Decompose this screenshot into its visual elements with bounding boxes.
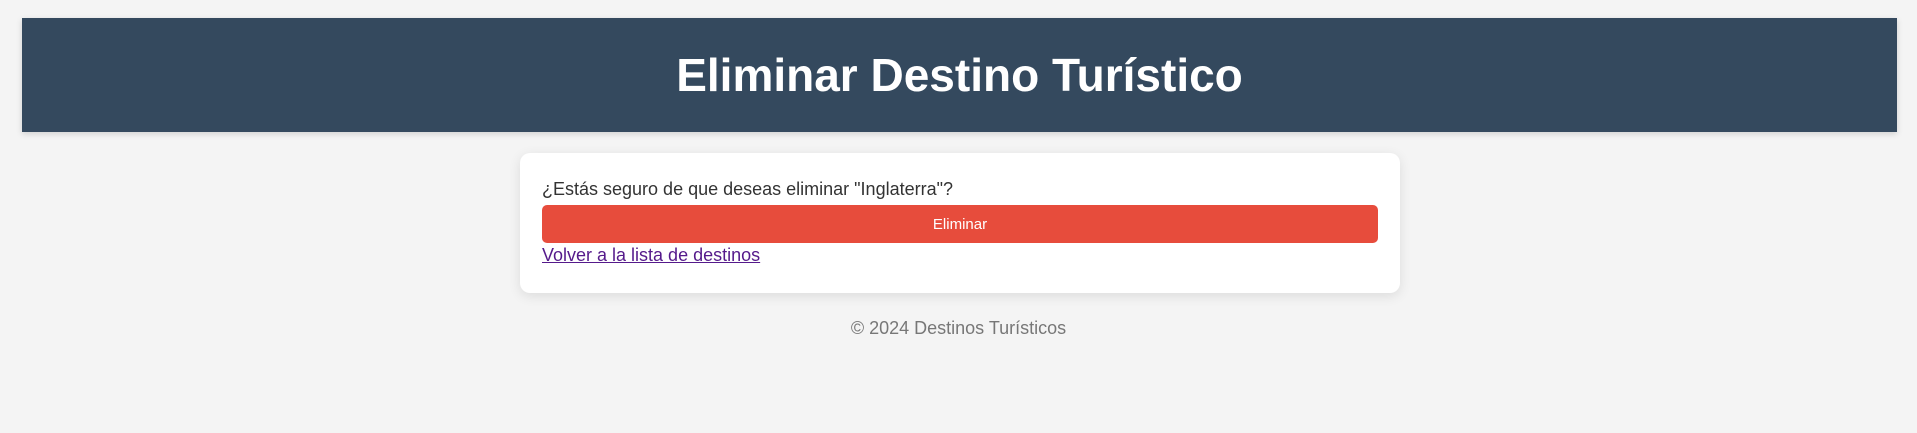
page-title: Eliminar Destino Turístico [676, 49, 1243, 101]
page-header: Eliminar Destino Turístico [22, 18, 1897, 132]
footer-copyright: © 2024 Destinos Turísticos [850, 318, 1067, 338]
confirm-delete-card: ¿Estás seguro de que deseas eliminar "In… [520, 153, 1400, 293]
back-to-list-link[interactable]: Volver a la lista de destinos [542, 245, 760, 266]
confirm-question: ¿Estás seguro de que deseas eliminar "In… [542, 179, 954, 199]
delete-button[interactable]: Eliminar [542, 205, 1378, 243]
